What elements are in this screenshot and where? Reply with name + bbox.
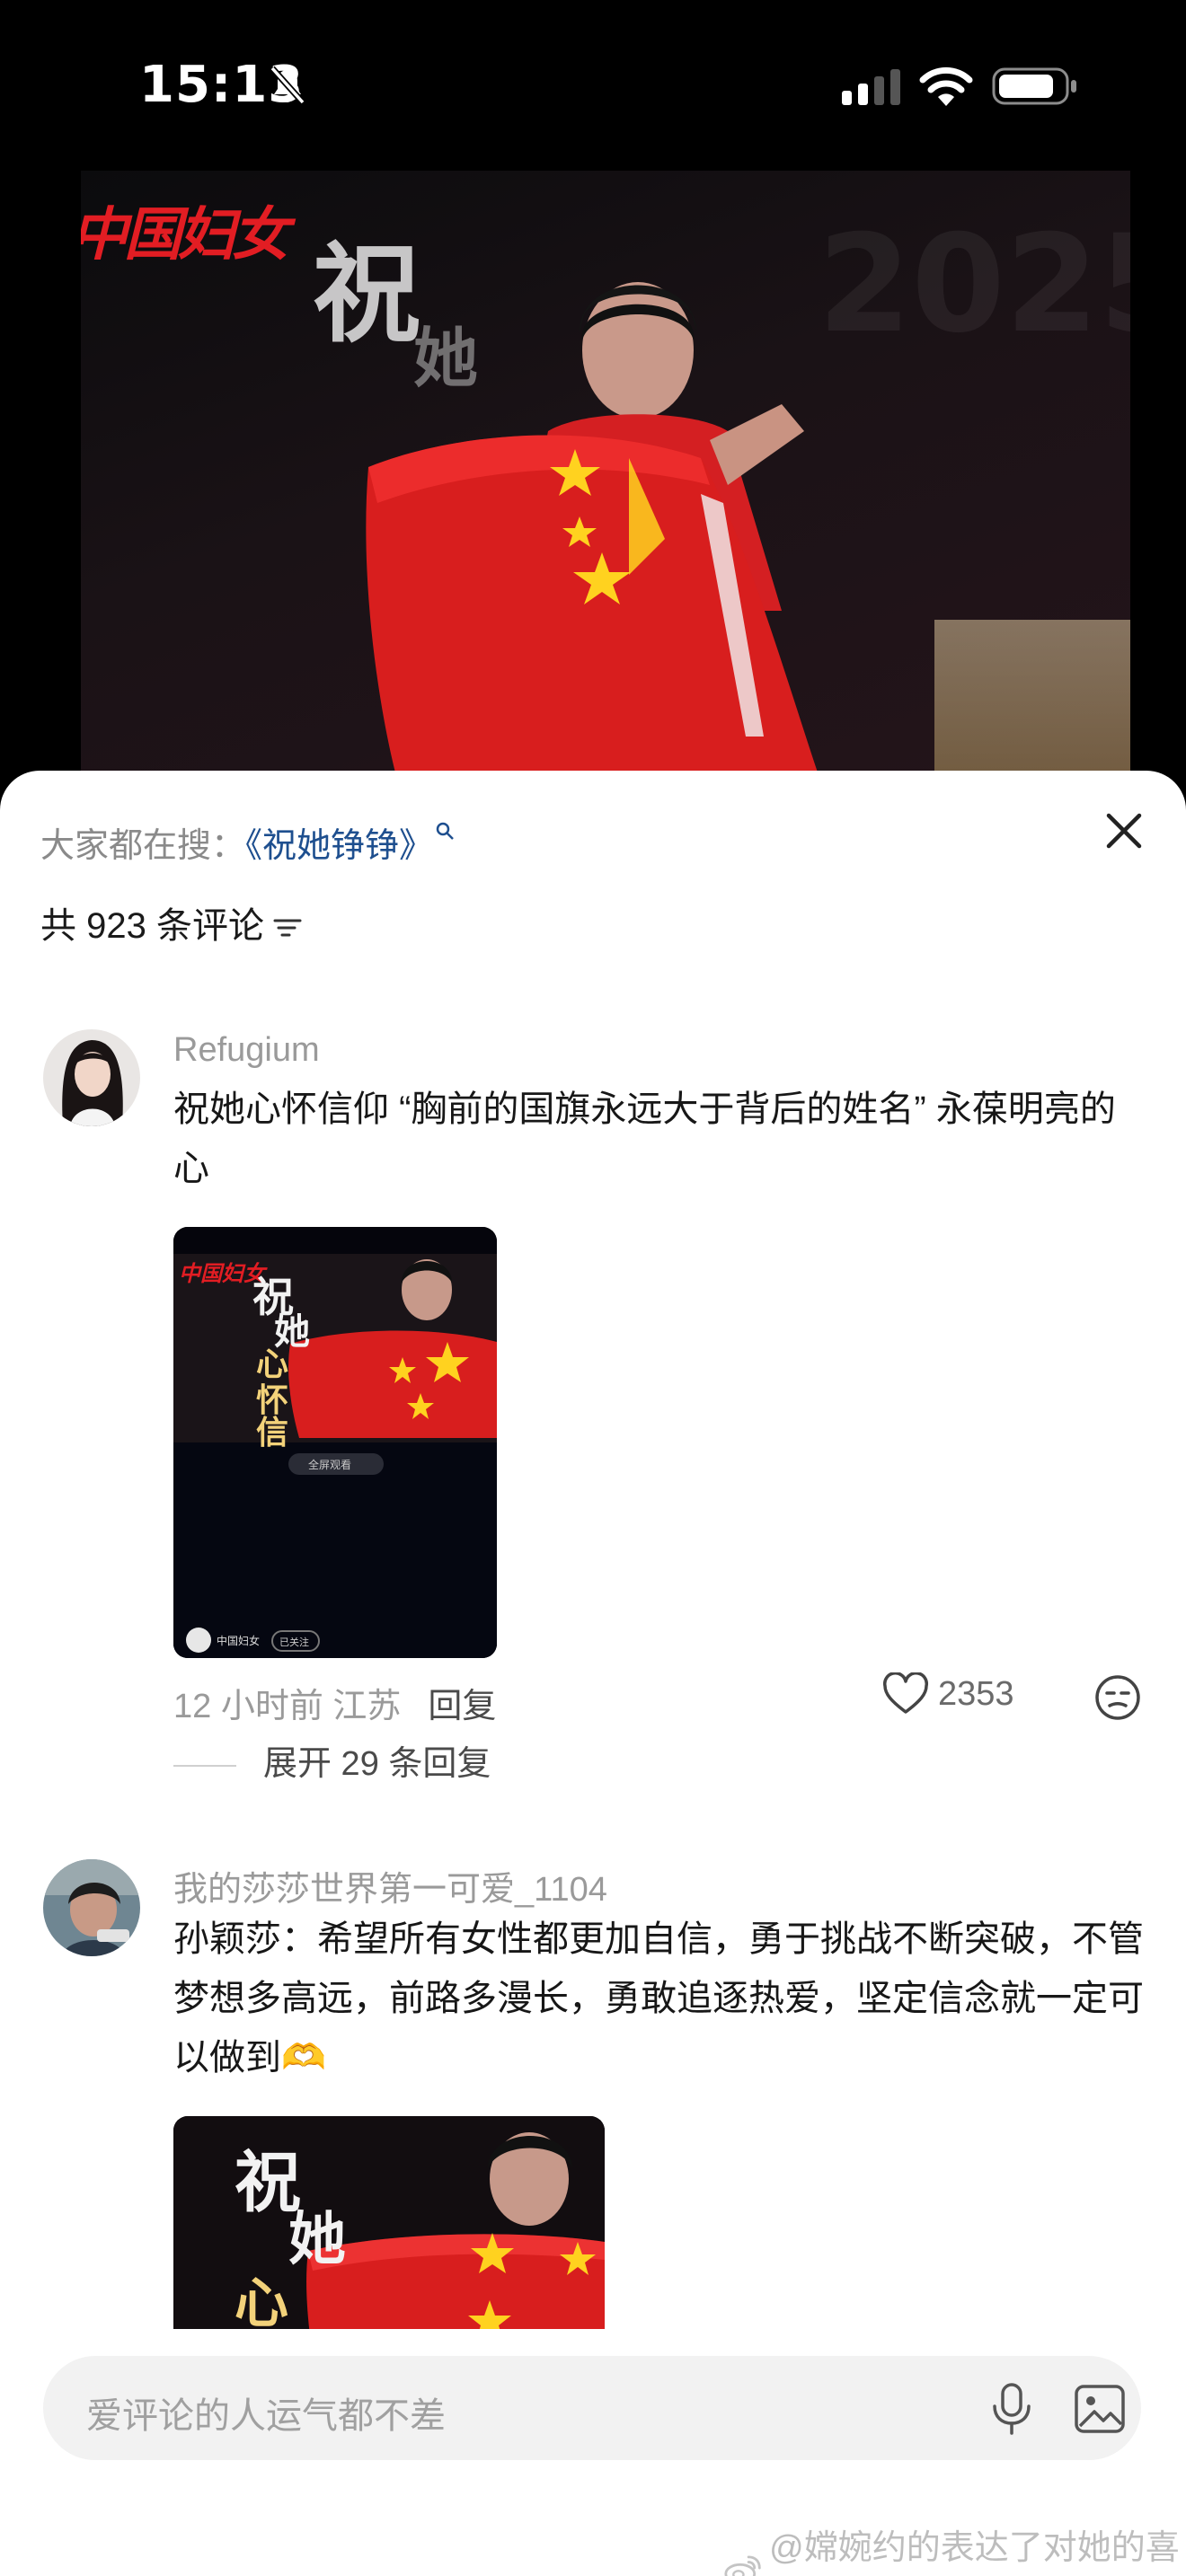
comment-input-placeholder: 爱评论的人运气都不差 bbox=[86, 2396, 446, 2436]
image-picker-icon[interactable] bbox=[1073, 2383, 1127, 2435]
weibo-watermark: @嫦婉约的表达了对她的喜欢 bbox=[723, 2519, 1186, 2576]
video-title-char-2: 她 bbox=[413, 320, 479, 396]
video-player[interactable]: 2025 中国妇女 祝 她 bbox=[81, 171, 1130, 772]
comment-input[interactable]: 爱评论的人运气都不差 bbox=[43, 2356, 1141, 2460]
comment-count[interactable]: 共 923 条评论 bbox=[40, 896, 304, 948]
thumbnail-follow-badge: 已关注 bbox=[279, 1637, 309, 1648]
battery-icon bbox=[992, 67, 1076, 105]
heart-icon bbox=[882, 1672, 929, 1714]
bell-muted-icon bbox=[270, 66, 305, 105]
trending-search-term[interactable]: 《祝她铮铮》 bbox=[245, 827, 433, 865]
like-count: 2353 bbox=[938, 1674, 1014, 1713]
expand-replies[interactable]: 展开 29 条回复 bbox=[173, 1735, 491, 1785]
thumbnail-title-char-2: 她 bbox=[288, 2206, 346, 2273]
dislike-emoji-icon[interactable] bbox=[1094, 1674, 1141, 1721]
watermark-text: @嫦婉约的表达了对她的喜欢 bbox=[769, 2529, 1180, 2567]
avatar-image bbox=[43, 1859, 140, 1956]
avatar[interactable] bbox=[43, 1859, 140, 1956]
comment-username[interactable]: Refugium bbox=[173, 1031, 320, 1070]
search-icon bbox=[436, 822, 454, 840]
comment-username[interactable]: 我的莎莎世界第一可爱_1104 bbox=[173, 1861, 607, 1910]
wifi-icon bbox=[919, 66, 973, 106]
thumbnail-account: 中国妇女 bbox=[217, 1635, 261, 1647]
like-button[interactable]: 2353 bbox=[882, 1672, 1014, 1716]
microphone-icon[interactable] bbox=[987, 2381, 1037, 2437]
thumbnail-title-char-5: 信 bbox=[256, 1414, 289, 1451]
avatar[interactable] bbox=[43, 1029, 140, 1126]
thumbnail-fullscreen-label: 全屏观看 bbox=[308, 1459, 352, 1471]
expand-replies-label: 展开 29 条回复 bbox=[263, 1745, 491, 1783]
comment-meta: 12 小时前 江苏 回复 bbox=[173, 1678, 496, 1727]
weibo-icon bbox=[724, 2555, 761, 2576]
trending-search-prefix: 大家都在搜： bbox=[40, 827, 246, 865]
comment-time-location: 12 小时前 江苏 bbox=[173, 1688, 402, 1725]
status-bar: 15:13 bbox=[0, 0, 1186, 171]
comment-text: 祝她心怀信仰 “胸前的国旗永远大于背后的姓名” 永葆明亮的心 bbox=[173, 1090, 1116, 1188]
video-title-char-1: 祝 bbox=[313, 231, 420, 357]
sort-icon[interactable] bbox=[271, 913, 304, 942]
avatar-image bbox=[43, 1029, 140, 1126]
trending-search[interactable]: 大家都在搜：《祝她铮铮》 bbox=[40, 817, 455, 867]
comment-video-thumbnail[interactable]: 中国妇女 祝 她 心 怀 信 全屏观看 中国妇女 已关注 bbox=[173, 1227, 497, 1658]
comment-input-bar: 爱评论的人运气都不差 @嫦婉约的表达了对她的喜欢 bbox=[0, 2329, 1186, 2576]
comments-sheet: 大家都在搜：《祝她铮铮》 共 923 条评论 Refugium 祝她心怀信仰 “… bbox=[0, 771, 1186, 2576]
reply-button[interactable]: 回复 bbox=[428, 1688, 496, 1725]
comment-text: 孙颖莎：希望所有女性都更加自信，勇于挑战不断突破，不管梦想多高远，前路多漫长，勇… bbox=[173, 1919, 1144, 2078]
thumbnail-image bbox=[173, 1227, 497, 1658]
video-channel-logo: 中国妇女 bbox=[81, 201, 289, 269]
divider bbox=[173, 1764, 236, 1767]
cellular-signal-icon bbox=[842, 69, 900, 105]
close-icon[interactable] bbox=[1102, 808, 1146, 853]
comment-count-label: 共 923 条评论 bbox=[40, 906, 264, 946]
